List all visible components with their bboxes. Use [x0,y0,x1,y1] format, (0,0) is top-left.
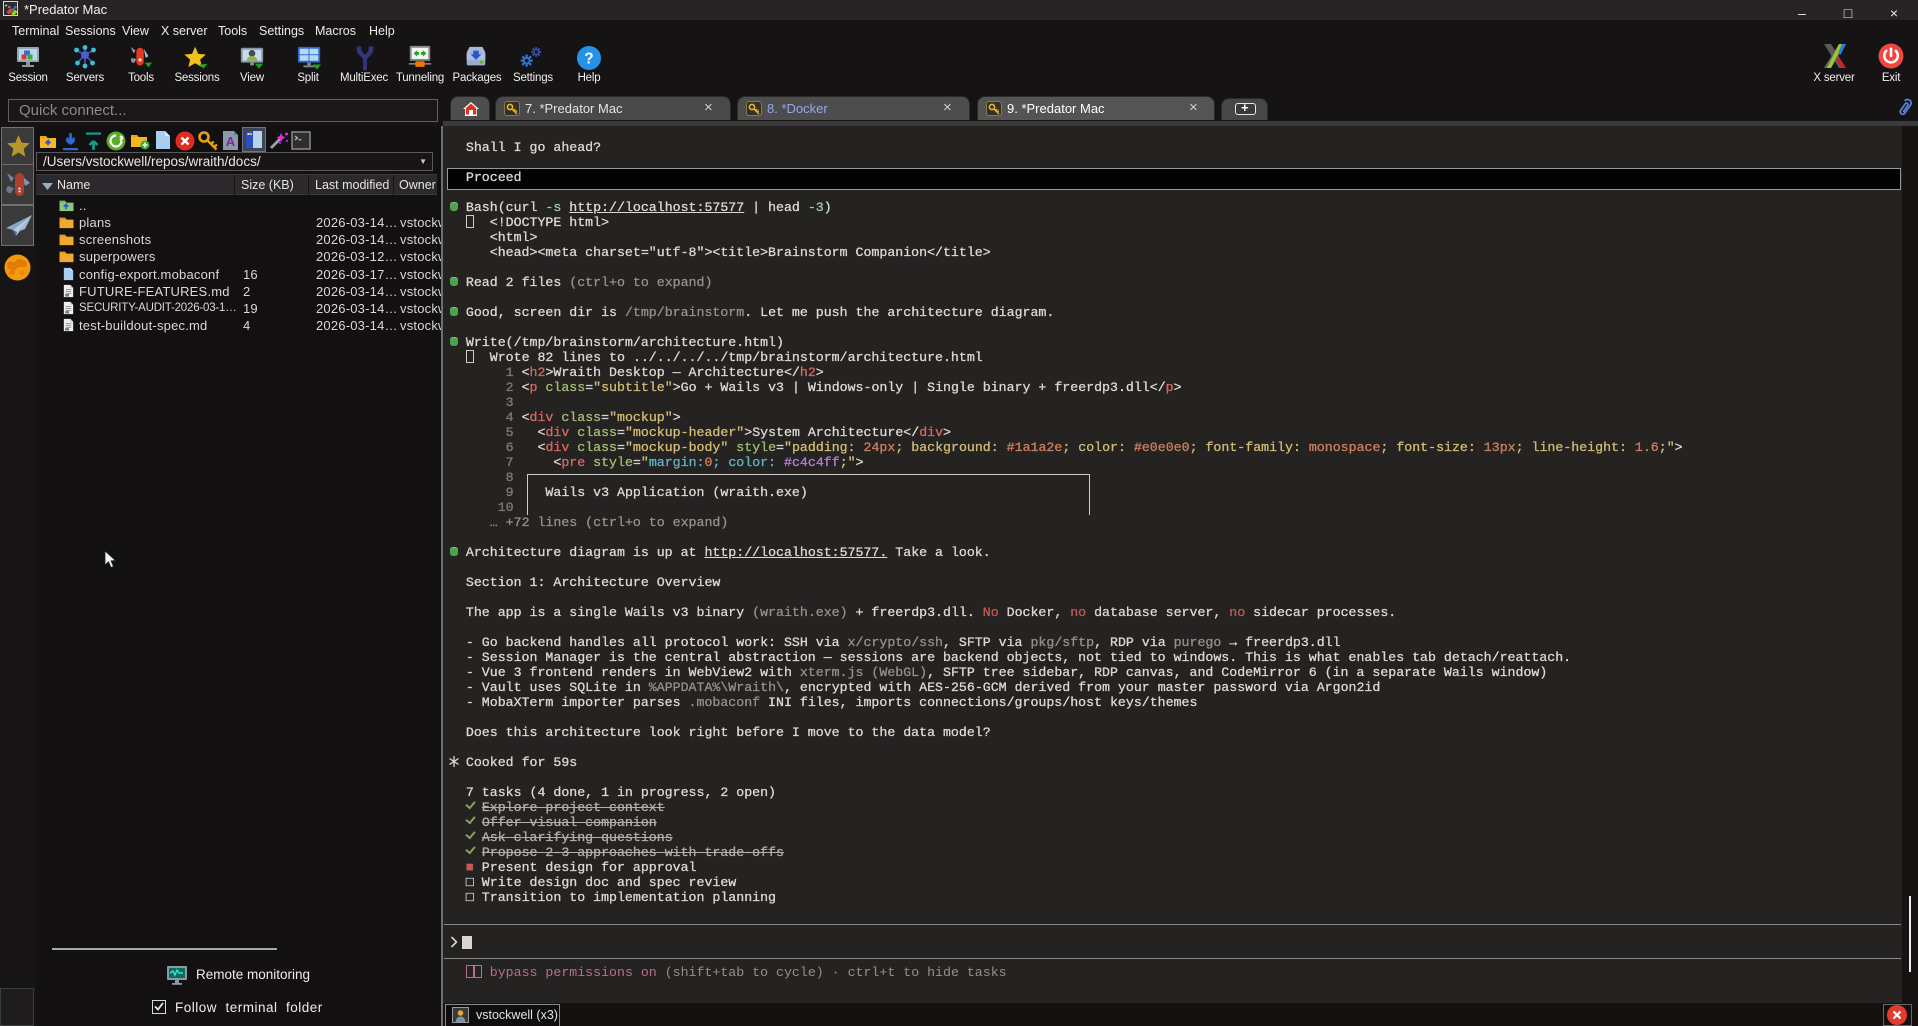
svg-text:A: A [226,134,236,149]
svg-text:?: ? [584,50,593,67]
